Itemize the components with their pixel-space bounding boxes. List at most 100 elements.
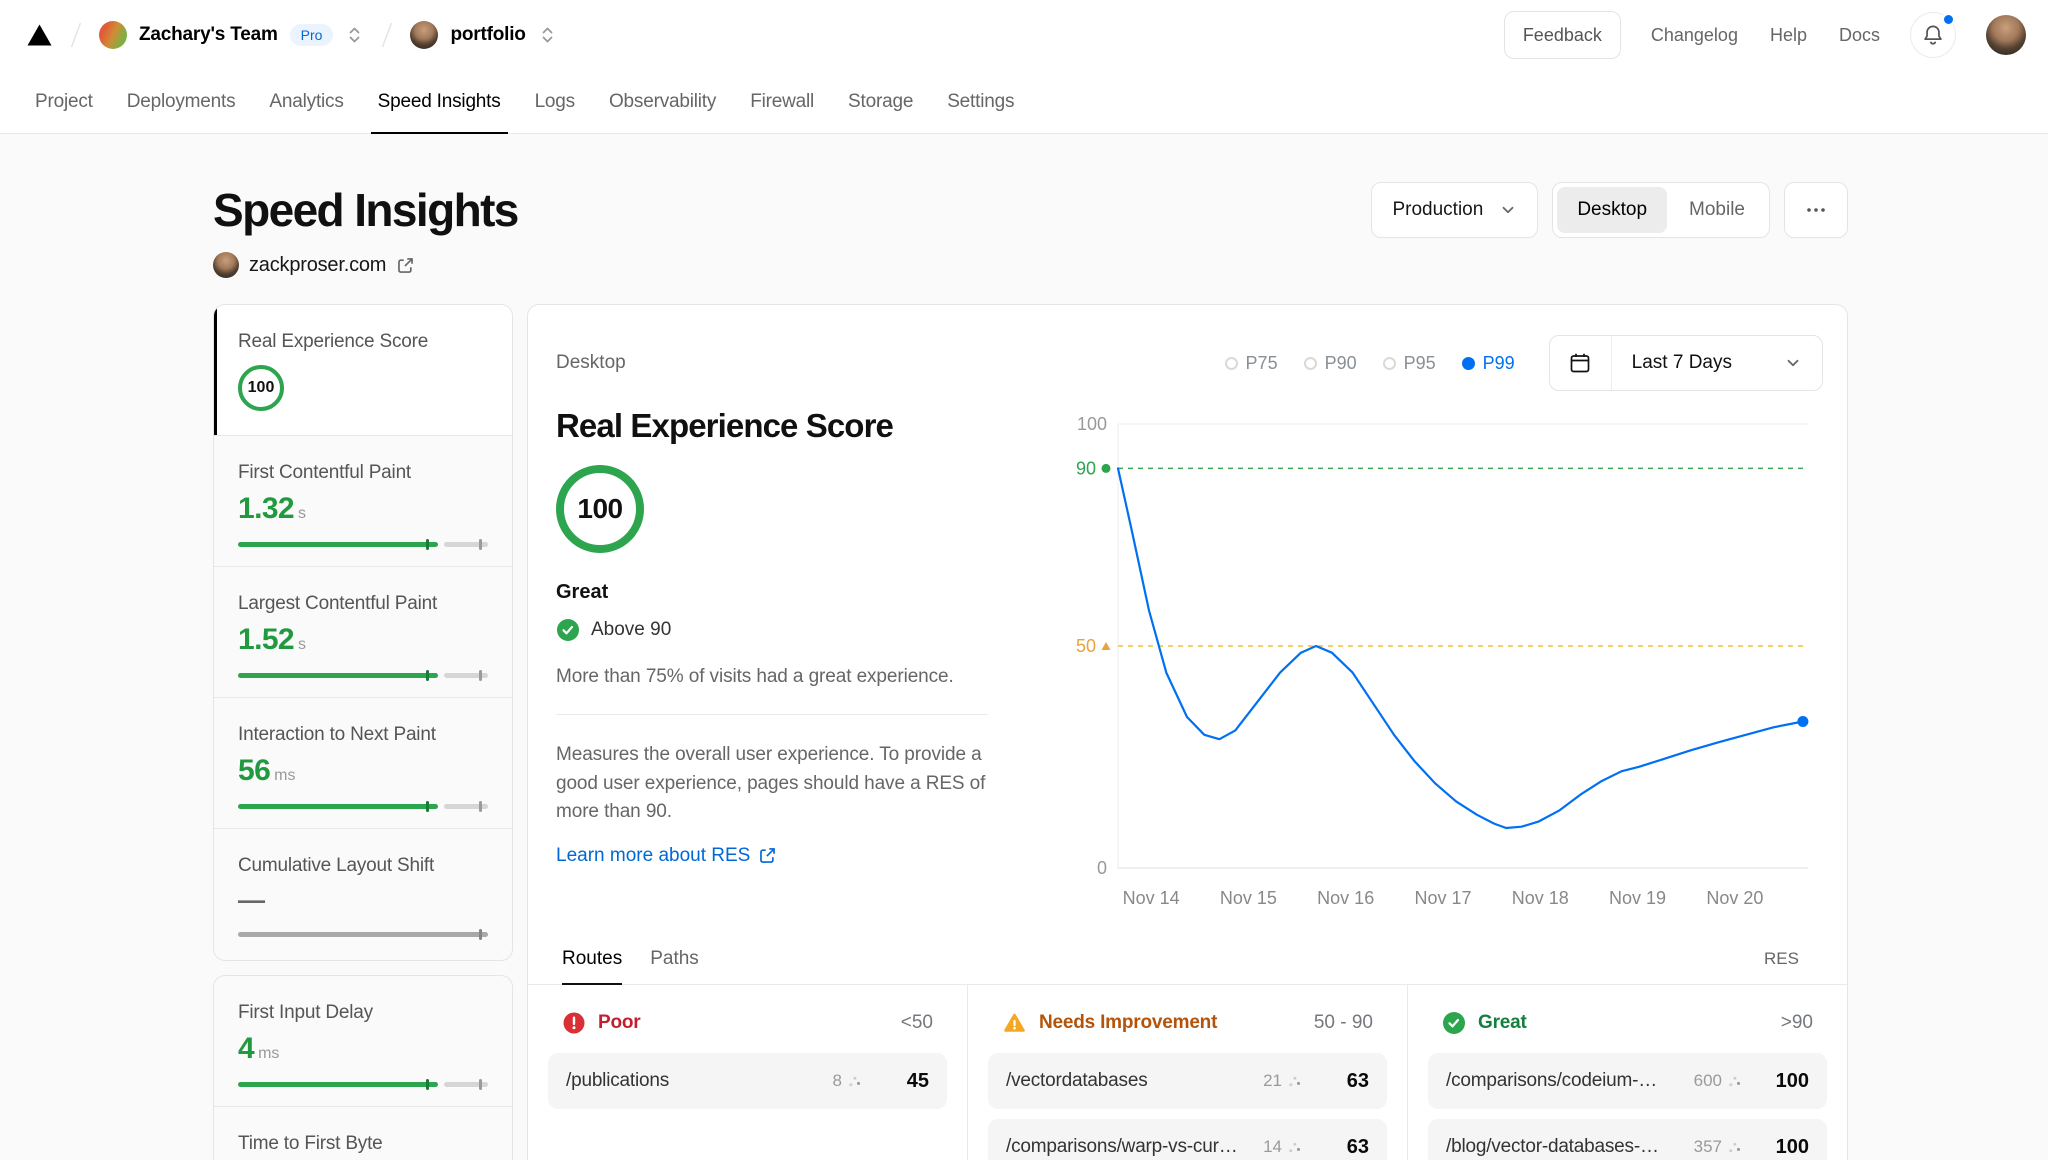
metric-progress-bar (238, 538, 488, 551)
percentile-radio-icon (1462, 357, 1475, 370)
tab-speed-insights[interactable]: Speed Insights (361, 70, 518, 133)
bar-neutral-segment (238, 932, 488, 937)
percentile-p75[interactable]: P75 (1225, 353, 1278, 374)
res-score-value: 100 (577, 493, 622, 525)
route-score: 100 (1767, 1136, 1809, 1159)
environment-select[interactable]: Production (1371, 182, 1538, 238)
samples-dots-icon (1288, 1141, 1301, 1154)
domain-name: zackproser.com (249, 254, 386, 277)
device-option-desktop[interactable]: Desktop (1557, 187, 1667, 233)
x-tick-nov-20: Nov 20 (1706, 888, 1763, 908)
chevron-down-icon (1784, 354, 1802, 372)
samples-count: 14 (1263, 1137, 1282, 1157)
metric-value: 1.52 (238, 623, 294, 657)
external-link-icon (758, 846, 777, 865)
divider (556, 714, 988, 715)
threshold-row: Above 90 (556, 618, 1031, 642)
alert-circle-icon (562, 1011, 586, 1035)
date-range-control: Last 7 Days (1549, 335, 1823, 391)
bar-good-segment (238, 542, 438, 547)
percentile-p99[interactable]: P99 (1462, 353, 1515, 374)
metric-progress-bar (238, 928, 488, 941)
metric-card-largest-contentful-paint[interactable]: Largest Contentful Paint1.52s (214, 567, 512, 698)
route-rows: /comparisons/codeium-…600100/blog/vector… (1428, 1053, 1827, 1160)
metric-card-first-contentful-paint[interactable]: First Contentful Paint1.32s (214, 436, 512, 567)
route-score: 45 (887, 1070, 929, 1093)
percentile-label: P99 (1483, 353, 1515, 374)
domain-row: zackproser.com (213, 252, 1848, 278)
routes-tab-paths[interactable]: Paths (636, 933, 713, 984)
tab-observability[interactable]: Observability (592, 70, 733, 133)
range-label: >90 (1781, 1012, 1813, 1034)
route-samples: 21 (1263, 1071, 1301, 1091)
routes-tab-routes[interactable]: Routes (548, 933, 636, 984)
metric-unit: ms (258, 1045, 279, 1063)
project-switcher[interactable]: portfolio (410, 21, 556, 49)
metric-value: 56 (238, 754, 270, 788)
bar-value-tick (426, 670, 429, 681)
learn-more-label: Learn more about RES (556, 845, 750, 867)
tab-logs[interactable]: Logs (518, 70, 592, 133)
selector-chevrons-icon[interactable] (345, 21, 364, 49)
learn-more-link[interactable]: Learn more about RES (556, 845, 777, 867)
percentile-p95[interactable]: P95 (1383, 353, 1436, 374)
tab-settings[interactable]: Settings (930, 70, 1031, 133)
route-row[interactable]: /comparisons/warp-vs-cur…1463 (988, 1119, 1387, 1160)
page-head: Speed Insights Production DesktopMobile (213, 182, 1848, 238)
metric-progress-bar (238, 800, 488, 813)
vercel-logo-icon[interactable] (26, 23, 53, 47)
route-name: /blog/vector-databases-… (1446, 1136, 1694, 1158)
metric-card-interaction-to-next-paint[interactable]: Interaction to Next Paint56ms (214, 698, 512, 829)
date-range-select[interactable]: Last 7 Days (1612, 336, 1822, 390)
metric-value-row: 56ms (238, 754, 488, 788)
team-switcher[interactable]: Zachary's Team Pro (99, 21, 364, 49)
route-name: /comparisons/warp-vs-cur… (1006, 1136, 1263, 1158)
route-row[interactable]: /vectordatabases2163 (988, 1053, 1387, 1109)
metric-group-1: Real Experience Score100First Contentful… (213, 304, 513, 961)
tab-firewall[interactable]: Firewall (733, 70, 831, 133)
route-samples: 600 (1694, 1071, 1741, 1091)
tab-analytics[interactable]: Analytics (252, 70, 360, 133)
device-toggle: DesktopMobile (1552, 182, 1770, 238)
link-docs[interactable]: Docs (1839, 25, 1880, 46)
panel-top: Desktop P75P90P95P99 Last 7 Days (528, 305, 1847, 391)
notifications-button[interactable] (1910, 12, 1956, 58)
routes-column-great: Great>90/comparisons/codeium-…600100/blo… (1408, 985, 1847, 1160)
feedback-button[interactable]: Feedback (1504, 11, 1621, 59)
external-link-icon[interactable] (396, 256, 415, 275)
user-avatar[interactable] (1986, 15, 2026, 55)
routes-column-needs-improvement: Needs Improvement50 - 90/vectordatabases… (968, 985, 1408, 1160)
tab-project[interactable]: Project (18, 70, 110, 133)
speed-insights-page: Zachary's Team Pro portfolio Feedback Ch… (0, 0, 2048, 1160)
route-samples: 357 (1694, 1137, 1741, 1157)
more-options-button[interactable] (1784, 182, 1848, 238)
metric-label: Real Experience Score (238, 331, 488, 353)
content: Speed Insights Production DesktopMobile (213, 134, 1848, 1160)
route-name: /comparisons/codeium-… (1446, 1070, 1694, 1092)
bar-value-tick (426, 539, 429, 550)
y-tick-50: 50 (1076, 636, 1096, 656)
link-help[interactable]: Help (1770, 25, 1807, 46)
percentile-label: P95 (1404, 353, 1436, 374)
tab-deployments[interactable]: Deployments (110, 70, 253, 133)
metric-card-cumulative-layout-shift[interactable]: Cumulative Layout Shift— (214, 829, 512, 960)
project-avatar (410, 21, 438, 49)
metric-card-real-experience-score[interactable]: Real Experience Score100 (214, 305, 512, 436)
x-tick-nov-16: Nov 16 (1317, 888, 1374, 908)
res-chart: 10090500Nov 14Nov 15Nov 16Nov 17Nov 18No… (1056, 400, 1846, 960)
metric-card-first-input-delay[interactable]: First Input Delay4ms (214, 976, 512, 1107)
route-row[interactable]: /publications845 (548, 1053, 947, 1109)
selector-chevrons-icon[interactable] (538, 21, 557, 49)
panel-heading: Real Experience Score (556, 407, 1031, 445)
tab-storage[interactable]: Storage (831, 70, 930, 133)
calendar-button[interactable] (1550, 336, 1612, 390)
route-row[interactable]: /blog/vector-databases-…357 100 (1428, 1119, 1827, 1160)
metric-card-time-to-first-byte[interactable]: Time to First Byte (214, 1107, 512, 1160)
percentile-p90[interactable]: P90 (1304, 353, 1357, 374)
topbar: Zachary's Team Pro portfolio Feedback Ch… (0, 0, 2048, 70)
device-option-mobile[interactable]: Mobile (1669, 187, 1765, 233)
team-avatar (99, 21, 127, 49)
bell-icon (1920, 22, 1946, 48)
route-row[interactable]: /comparisons/codeium-…600100 (1428, 1053, 1827, 1109)
link-changelog[interactable]: Changelog (1651, 25, 1738, 46)
